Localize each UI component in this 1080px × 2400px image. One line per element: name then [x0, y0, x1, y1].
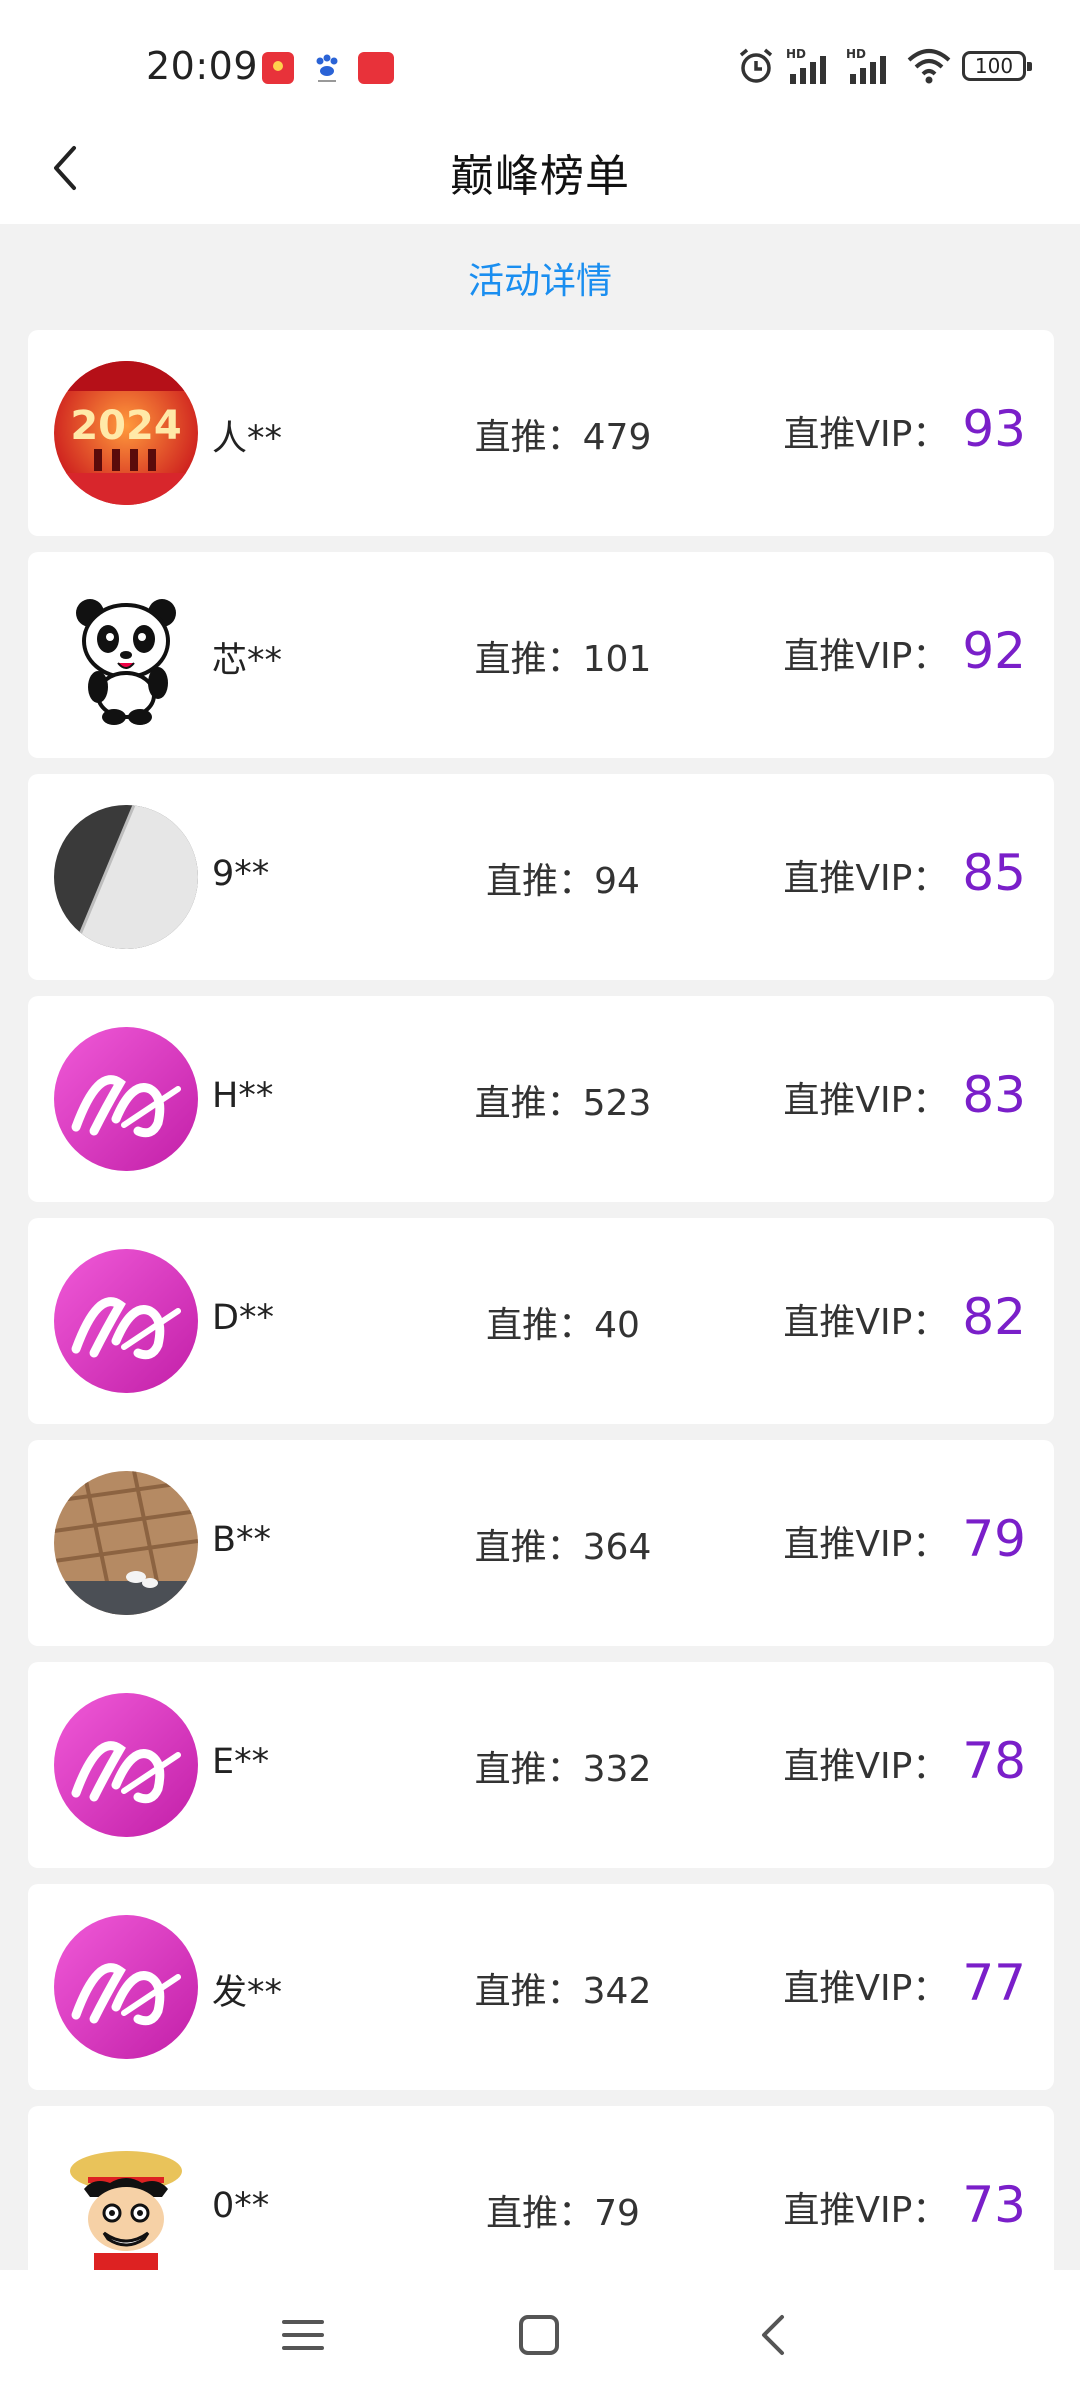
user-name: 9** — [212, 854, 270, 894]
direct-referral-count: 直推：342 — [474, 1971, 652, 2012]
user-name: E** — [212, 1742, 270, 1782]
rank-card[interactable]: B** 直推：364 直推VIP： 79 — [28, 1440, 1054, 1646]
user-avatar — [54, 583, 198, 727]
screen: 20:09 HD HD 100 巅峰榜单 活动详情 2024 人** 直推：47… — [0, 0, 1080, 2400]
rank-card[interactable]: 0** 直推：79 直推VIP： 73 — [28, 2106, 1054, 2270]
user-avatar — [54, 1915, 198, 2059]
vip-count: 78 — [962, 1732, 1026, 1790]
alarm-icon — [739, 48, 773, 83]
user-avatar — [54, 1249, 198, 1393]
battery-icon: 100 — [962, 51, 1032, 81]
user-avatar — [54, 1027, 198, 1171]
user-name: D** — [212, 1298, 274, 1338]
status-bar: 20:09 HD HD 100 — [0, 0, 1080, 112]
hd-signal-icon: HD — [846, 47, 886, 84]
direct-referral-count: 直推：364 — [474, 1527, 652, 1568]
system-back-button[interactable] — [740, 2300, 810, 2370]
direct-referral-count: 直推：332 — [474, 1749, 652, 1790]
vip-count: 79 — [962, 1510, 1026, 1568]
vip-label: 直推VIP： — [783, 414, 949, 455]
rank-card[interactable]: E** 直推：332 直推VIP： 78 — [28, 1662, 1054, 1868]
vip-referral-group: 直推VIP： 92 — [783, 622, 1026, 680]
rank-card[interactable]: 芯** 直推：101 直推VIP： 92 — [28, 552, 1054, 758]
page-title: 巅峰榜单 — [450, 151, 630, 202]
system-nav-bar — [0, 2270, 1080, 2400]
rank-card[interactable]: 9** 直推：94 直推VIP： 85 — [28, 774, 1054, 980]
home-button[interactable] — [504, 2300, 574, 2370]
vip-referral-group: 直推VIP： 85 — [783, 844, 1026, 902]
rank-card[interactable]: H** 直推：523 直推VIP： 83 — [28, 996, 1054, 1202]
vip-referral-group: 直推VIP： 79 — [783, 1510, 1026, 1568]
direct-referral-count: 直推：94 — [486, 861, 640, 902]
home-icon — [519, 2315, 559, 2355]
status-time: 20:09 — [146, 44, 259, 88]
direct-referral-count: 直推：523 — [474, 1083, 652, 1124]
news-notification-icon — [358, 52, 394, 84]
redpacket-notification-icon — [262, 52, 294, 84]
vip-referral-group: 直推VIP： 82 — [783, 1288, 1026, 1346]
rank-card[interactable]: D** 直推：40 直推VIP： 82 — [28, 1218, 1054, 1424]
app-header: 巅峰榜单 — [0, 112, 1080, 224]
user-avatar: 2024 — [54, 361, 198, 505]
vip-label: 直推VIP： — [783, 2190, 949, 2231]
vip-count: 93 — [962, 400, 1026, 458]
user-name: 人** — [212, 419, 283, 459]
user-name: B** — [212, 1520, 272, 1560]
activity-details-link[interactable]: 活动详情 — [0, 252, 1080, 304]
paw-notification-icon — [312, 52, 342, 84]
user-name: 芯** — [212, 641, 283, 681]
user-name: H** — [212, 1076, 274, 1116]
status-icons: HD HD 100 — [736, 44, 1032, 88]
vip-count: 82 — [962, 1288, 1026, 1346]
hd-signal-icon: HD — [786, 47, 826, 84]
menu-icon — [282, 2320, 324, 2350]
vip-count: 83 — [962, 1066, 1026, 1124]
recent-apps-button[interactable] — [268, 2300, 338, 2370]
svg-text:HD: HD — [786, 47, 806, 61]
direct-referral-count: 直推：479 — [474, 417, 652, 458]
vip-referral-group: 直推VIP： 78 — [783, 1732, 1026, 1790]
wifi-icon — [907, 49, 951, 84]
back-icon — [762, 2315, 784, 2355]
vip-referral-group: 直推VIP： 73 — [783, 2176, 1026, 2234]
vip-referral-group: 直推VIP： 93 — [783, 400, 1026, 458]
user-name: 发** — [212, 1973, 283, 2013]
user-avatar — [54, 1471, 198, 1615]
ranking-list[interactable]: 2024 人** 直推：479 直推VIP： 93 芯** 直推：101 直推VIP： 92 9*… — [28, 330, 1054, 2270]
vip-label: 直推VIP： — [783, 636, 949, 677]
user-name: 0** — [212, 2186, 270, 2226]
svg-text:HD: HD — [846, 47, 866, 61]
user-avatar — [54, 805, 198, 949]
vip-label: 直推VIP： — [783, 1968, 949, 2009]
vip-count: 85 — [962, 844, 1026, 902]
vip-label: 直推VIP： — [783, 858, 949, 899]
vip-referral-group: 直推VIP： 83 — [783, 1066, 1026, 1124]
direct-referral-count: 直推：40 — [486, 1305, 640, 1346]
vip-label: 直推VIP： — [783, 1080, 949, 1121]
vip-referral-group: 直推VIP： 77 — [783, 1954, 1026, 2012]
user-avatar — [54, 2137, 198, 2270]
vip-label: 直推VIP： — [783, 1302, 949, 1343]
direct-referral-count: 直推：79 — [486, 2193, 640, 2234]
direct-referral-count: 直推：101 — [474, 639, 652, 680]
vip-count: 73 — [962, 2176, 1026, 2234]
rank-card[interactable]: 发** 直推：342 直推VIP： 77 — [28, 1884, 1054, 2090]
vip-count: 77 — [962, 1954, 1026, 2012]
vip-label: 直推VIP： — [783, 1746, 949, 1787]
user-avatar — [54, 1693, 198, 1837]
vip-label: 直推VIP： — [783, 1524, 949, 1565]
vip-count: 92 — [962, 622, 1026, 680]
svg-text:2024: 2024 — [70, 403, 181, 449]
rank-card[interactable]: 2024 人** 直推：479 直推VIP： 93 — [28, 330, 1054, 536]
